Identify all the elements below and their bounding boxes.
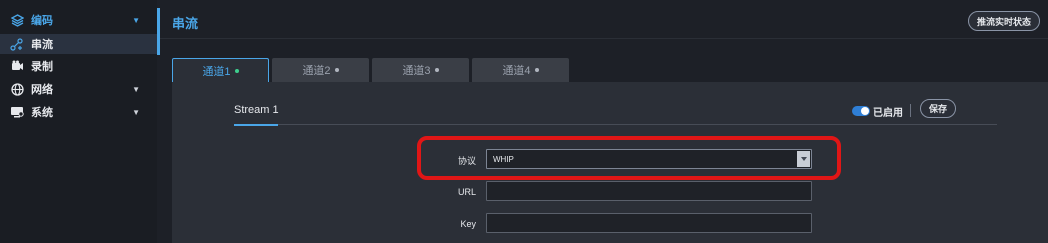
status-dot-icon — [334, 68, 339, 72]
tab-channel-1[interactable]: 通道1 — [172, 58, 269, 82]
sidebar: 编码 ▼ 串流 录制 网络 ▼ 系统 ▼ — [0, 0, 157, 243]
chevron-down-icon: ▼ — [132, 107, 140, 117]
separator — [910, 104, 911, 117]
main-content: 串流 推流实时状态 通道1 通道2 通道3 通道4 Stream 1 已启用 保… — [160, 0, 1048, 243]
page-title: 串流 — [172, 16, 199, 31]
tab-label: 通道4 — [502, 65, 531, 77]
sidebar-item-label: 系统 — [31, 107, 53, 119]
key-input[interactable] — [486, 213, 812, 233]
url-input[interactable] — [486, 181, 812, 201]
status-dot-icon — [434, 68, 439, 72]
chevron-down-icon: ▼ — [132, 15, 140, 25]
sidebar-item-system[interactable]: 系统 ▼ — [10, 102, 150, 122]
panel-divider — [234, 124, 997, 125]
layers-icon — [10, 13, 24, 27]
stream-title[interactable]: Stream 1 — [234, 104, 279, 116]
save-button[interactable]: 保存 — [920, 99, 957, 118]
tab-channel-4[interactable]: 通道4 — [472, 58, 569, 82]
toggle-knob — [861, 107, 869, 115]
sidebar-item-label: 录制 — [31, 61, 53, 73]
enabled-label: 已启用 — [873, 108, 903, 119]
key-label: Key — [460, 219, 476, 229]
channel-tabs: 通道1 通道2 通道3 通道4 — [172, 58, 572, 82]
sidebar-item-label: 编码 — [31, 15, 53, 27]
tab-label: 通道3 — [402, 65, 431, 77]
tab-channel-3[interactable]: 通道3 — [372, 58, 469, 82]
tab-channel-2[interactable]: 通道2 — [272, 58, 369, 82]
header-divider — [160, 38, 1048, 39]
camera-icon — [10, 59, 24, 73]
sidebar-item-network[interactable]: 网络 ▼ — [10, 79, 150, 99]
enable-toggle[interactable] — [852, 106, 870, 116]
stream-icon — [10, 37, 24, 51]
stream-status-button[interactable]: 推流实时状态 — [967, 11, 1040, 31]
sidebar-item-encode[interactable]: 编码 ▼ — [10, 10, 150, 30]
sidebar-item-stream[interactable]: 串流 — [10, 34, 150, 54]
chevron-down-icon: ▼ — [132, 84, 140, 94]
sidebar-item-label: 网络 — [31, 84, 53, 96]
tab-label: 通道2 — [302, 65, 331, 77]
stream-tab-underline — [234, 124, 278, 126]
tab-label: 通道1 — [202, 65, 231, 78]
status-dot-icon — [534, 68, 539, 72]
url-label: URL — [457, 187, 476, 197]
sidebar-item-record[interactable]: 录制 — [10, 56, 150, 76]
status-dot-icon — [234, 68, 239, 73]
globe-icon — [10, 82, 24, 96]
sidebar-item-label: 串流 — [31, 39, 53, 51]
system-icon — [10, 105, 24, 119]
highlight-box — [417, 136, 841, 180]
